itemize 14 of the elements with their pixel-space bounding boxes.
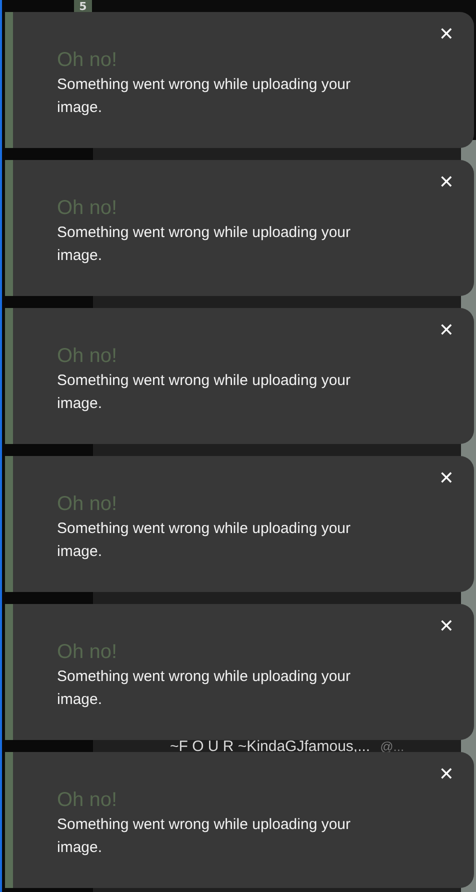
toast-message: Something went wrong while uploading your image. <box>57 75 352 118</box>
toast-message: Something went wrong while uploading your image. <box>57 371 352 414</box>
close-button[interactable]: ✕ <box>436 616 456 638</box>
user-name: ~F O U R ~KindaGJfamous,... <box>170 738 370 755</box>
close-button[interactable]: ✕ <box>436 468 456 490</box>
close-button[interactable]: ✕ <box>436 320 456 342</box>
toast-message: Something went wrong while uploading your image. <box>57 815 352 858</box>
toast-message: Something went wrong while uploading your image. <box>57 519 352 562</box>
close-button[interactable]: ✕ <box>436 172 456 194</box>
toast-message: Something went wrong while uploading your image. <box>57 667 352 710</box>
close-button[interactable]: ✕ <box>436 764 456 786</box>
toast-message: Something went wrong while uploading your image. <box>57 223 352 266</box>
count-badge: 5 <box>74 0 92 13</box>
close-button[interactable]: ✕ <box>436 24 456 46</box>
